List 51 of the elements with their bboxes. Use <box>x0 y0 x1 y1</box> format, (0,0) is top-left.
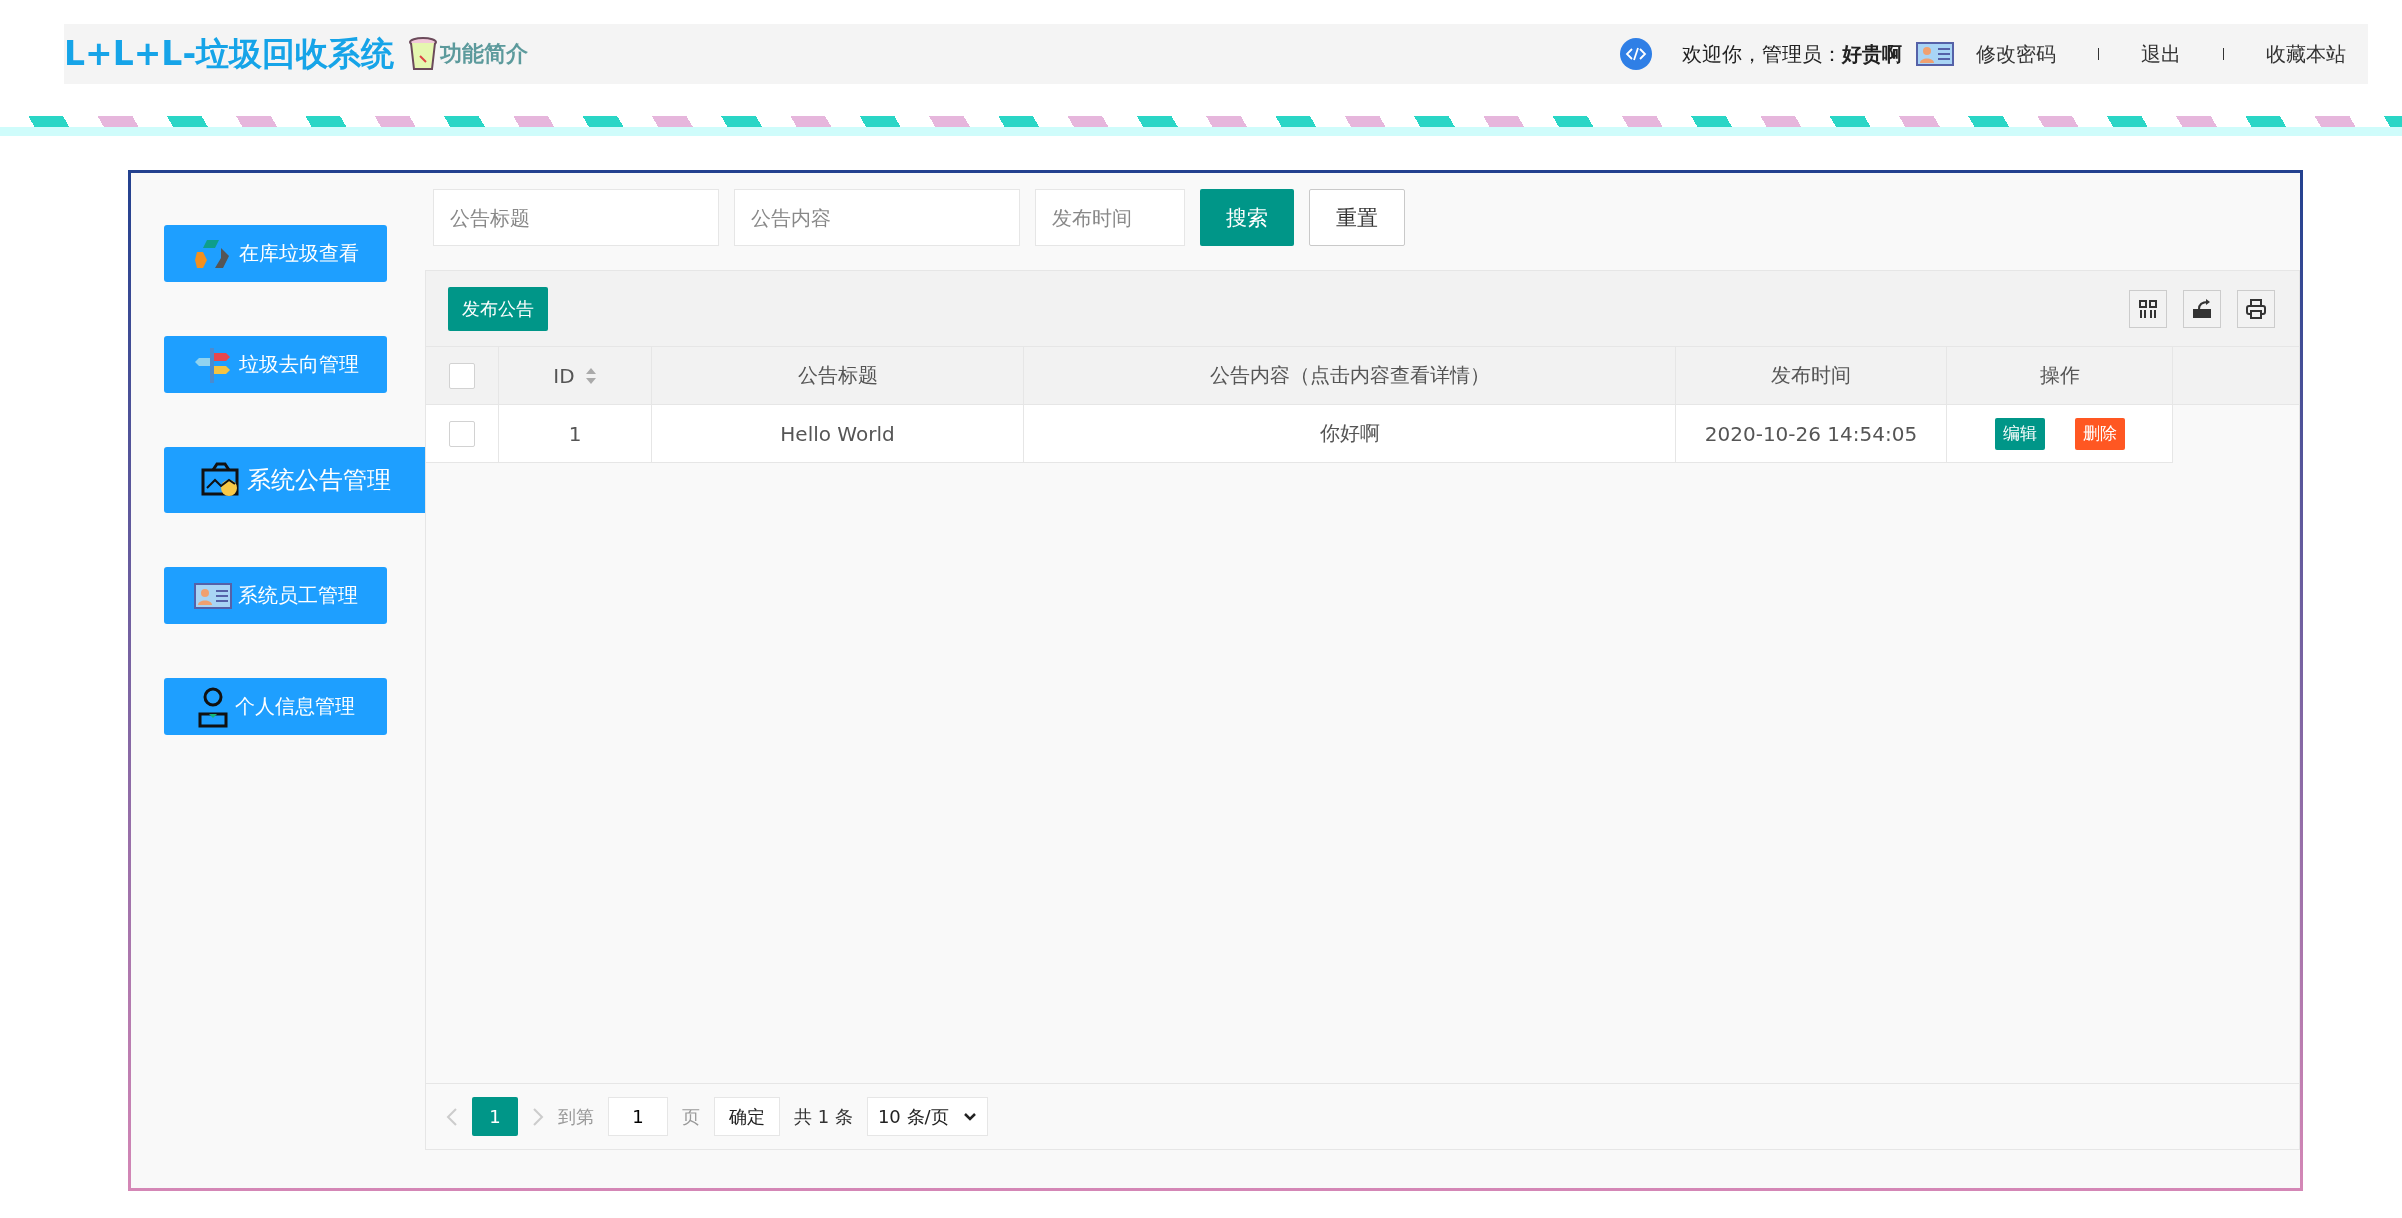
app-title: L+L+L-垃圾回收系统 <box>64 32 395 75</box>
sidebar-item[interactable]: 在库垃圾查看 <box>164 225 387 282</box>
goto-label: 到第 <box>558 1104 594 1129</box>
search-field[interactable]: 公告标题 <box>433 189 719 246</box>
chevron-down-icon <box>962 1111 977 1122</box>
search-button[interactable]: 搜索 <box>1200 189 1294 246</box>
column-header: 公告内容（点击内容查看详情） <box>1209 362 1490 389</box>
reset-button[interactable]: 重置 <box>1309 189 1405 246</box>
search-field[interactable]: 发布时间 <box>1035 189 1185 246</box>
header-link[interactable]: 退出 <box>2141 40 2181 68</box>
id-card-icon <box>1916 42 1954 66</box>
table-cell[interactable]: 你好啊 <box>1319 420 1380 447</box>
header-link[interactable]: 收藏本站 <box>2266 40 2346 68</box>
export-icon[interactable] <box>2183 289 2221 328</box>
prev-page-icon[interactable] <box>446 1106 458 1127</box>
table-cell: 2020-10-26 14:54:05 <box>1704 421 1918 446</box>
columns-icon[interactable] <box>2129 289 2167 328</box>
next-page-icon[interactable] <box>532 1106 544 1127</box>
welcome-text: 欢迎你，管理员： <box>1682 40 1842 68</box>
confirm-button[interactable]: 确定 <box>714 1097 780 1136</box>
page-input[interactable]: 1 <box>608 1097 668 1136</box>
code-icon[interactable] <box>1620 38 1652 70</box>
column-header: 发布时间 <box>1771 362 1851 389</box>
cup-icon <box>408 36 439 72</box>
page-button[interactable]: 1 <box>472 1097 518 1136</box>
edit-button[interactable]: 编辑 <box>1994 417 2045 450</box>
sort-icon[interactable] <box>584 366 597 385</box>
table-cell: Hello World <box>780 421 895 446</box>
column-header: 公告标题 <box>797 362 878 389</box>
delete-button[interactable]: 删除 <box>2074 417 2125 450</box>
column-header: ID <box>553 363 575 388</box>
page-unit: 页 <box>682 1104 700 1129</box>
search-field[interactable]: 公告内容 <box>734 189 1020 246</box>
print-icon[interactable] <box>2237 289 2275 328</box>
row-checkbox[interactable] <box>449 420 475 447</box>
sidebar-item[interactable]: 个人信息管理 <box>164 678 387 735</box>
picture-frame-icon <box>201 462 241 498</box>
sidebar-item[interactable]: 垃圾去向管理 <box>164 336 387 393</box>
column-header: 操作 <box>2039 362 2080 389</box>
sidebar-item[interactable]: 系统公告管理 <box>164 447 428 513</box>
header-link[interactable]: 修改密码 <box>1976 40 2056 68</box>
table-cell: 1 <box>568 421 582 446</box>
page-size-select[interactable]: 10 条/页 <box>866 1097 988 1136</box>
person-icon <box>196 685 229 728</box>
id-card-icon <box>193 582 232 609</box>
user-name: 好贵啊 <box>1842 40 1902 68</box>
total-count: 共 1 条 <box>794 1104 853 1129</box>
publish-button[interactable]: 发布公告 <box>448 286 548 331</box>
intro-link[interactable]: 功能简介 <box>408 36 529 72</box>
select-all-checkbox[interactable] <box>449 362 475 389</box>
sidebar-item[interactable]: 系统员工管理 <box>164 567 387 624</box>
